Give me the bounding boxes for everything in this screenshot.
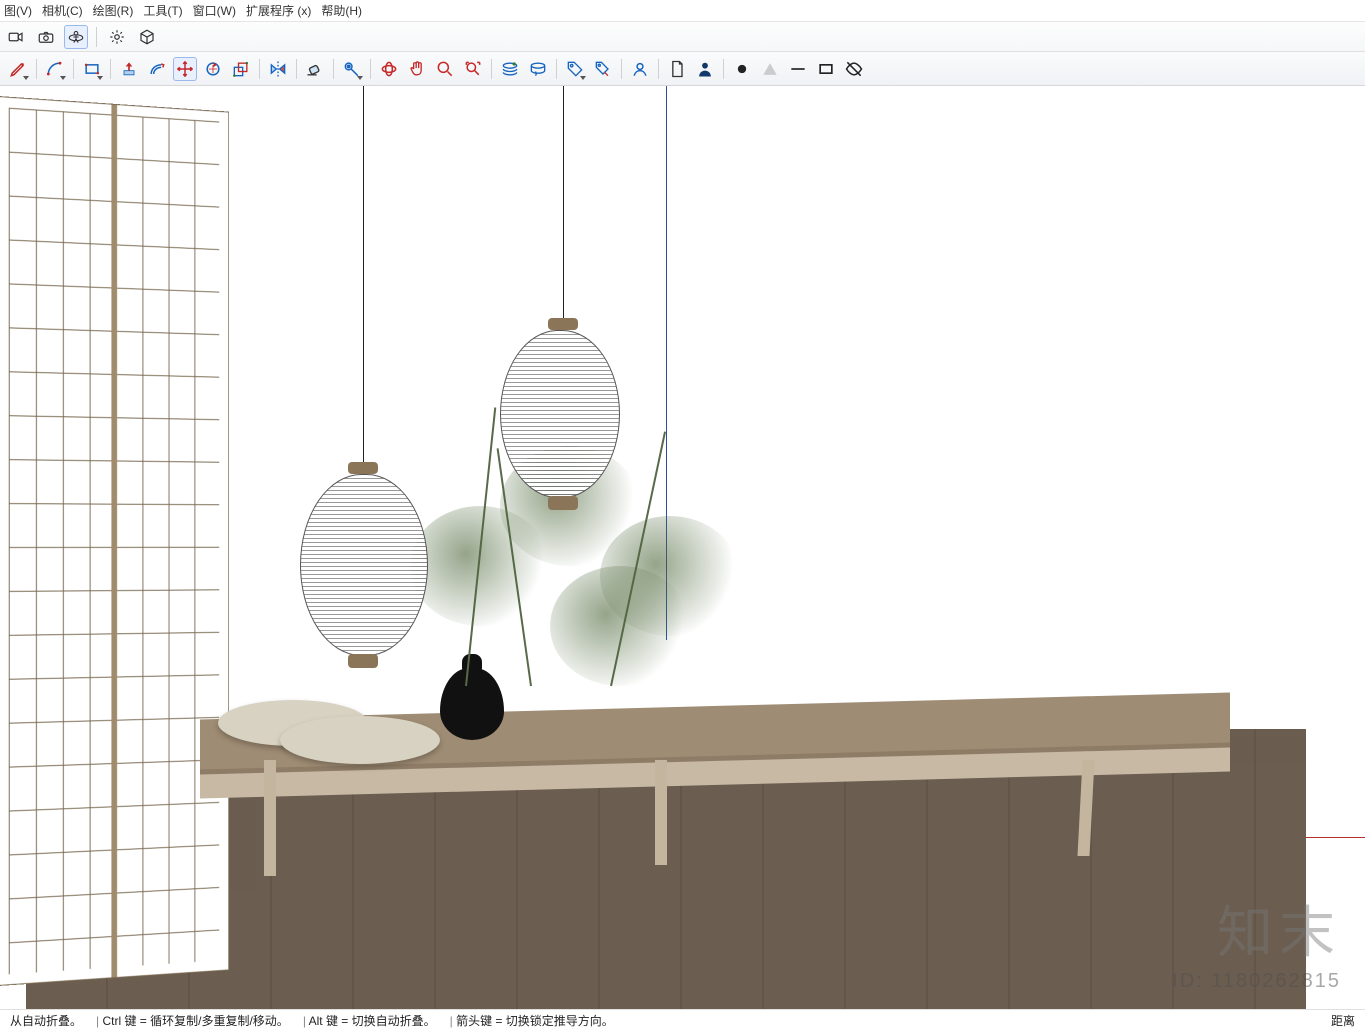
- hint-alt: Alt 键 = 切换自动折叠。: [303, 1012, 436, 1029]
- separator: [370, 59, 371, 79]
- hint-autofold: 从自动折叠。: [10, 1012, 82, 1029]
- profile-icon[interactable]: [628, 57, 652, 81]
- toolbar-view: [0, 22, 1365, 52]
- tape-measure-icon[interactable]: [340, 57, 364, 81]
- separator: [621, 59, 622, 79]
- menu-window[interactable]: 窗口(W): [193, 2, 236, 19]
- eraser-tool-icon[interactable]: [303, 57, 327, 81]
- status-hints: 从自动折叠。 Ctrl 键 = 循环复制/多重复制/移动。 Alt 键 = 切换…: [10, 1012, 614, 1029]
- rectangle-tool-icon[interactable]: [80, 57, 104, 81]
- menu-help[interactable]: 帮助(H): [321, 2, 362, 19]
- page-icon[interactable]: [665, 57, 689, 81]
- watermark-brand: 知末: [1217, 888, 1341, 969]
- camera-icon[interactable]: [34, 25, 58, 49]
- separator: [296, 59, 297, 79]
- status-right: 距离: [1331, 1012, 1355, 1029]
- pan-tool-icon[interactable]: [405, 57, 429, 81]
- hidden-geometry-icon[interactable]: [842, 57, 866, 81]
- lantern: [300, 474, 426, 656]
- menu-extensions[interactable]: 扩展程序 (x): [246, 2, 311, 19]
- separator: [556, 59, 557, 79]
- gear-icon[interactable]: [105, 25, 129, 49]
- orbit-tool-icon[interactable]: [377, 57, 401, 81]
- move-tool-icon[interactable]: [173, 57, 197, 81]
- cushion: [280, 716, 440, 764]
- menu-draw[interactable]: 绘图(R): [93, 2, 134, 19]
- layers-icon[interactable]: [498, 57, 522, 81]
- zoom-extents-icon[interactable]: [461, 57, 485, 81]
- status-bar: 从自动折叠。 Ctrl 键 = 循环复制/多重复制/移动。 Alt 键 = 切换…: [0, 1009, 1365, 1031]
- flip-along-icon[interactable]: [266, 57, 290, 81]
- model-viewport[interactable]: 知末 ID: 1180262815: [0, 86, 1365, 1009]
- materials-icon[interactable]: [526, 57, 550, 81]
- separator: [36, 59, 37, 79]
- orbit-person-icon[interactable]: [64, 25, 88, 49]
- menu-tools[interactable]: 工具(T): [143, 2, 182, 19]
- hint-arrow: 箭头键 = 切换锁定推导方向。: [450, 1012, 614, 1029]
- person-solid-icon[interactable]: [693, 57, 717, 81]
- watermark-id: ID: 1180262815: [1172, 970, 1341, 993]
- style-rect-icon[interactable]: [814, 57, 838, 81]
- style-triangle-icon[interactable]: [758, 57, 782, 81]
- style-circle-icon[interactable]: [730, 57, 754, 81]
- menu-bar: 图(V) 相机(C) 绘图(R) 工具(T) 窗口(W) 扩展程序 (x) 帮助…: [0, 0, 1365, 22]
- tag-tool-icon[interactable]: [563, 57, 587, 81]
- offset-icon[interactable]: [145, 57, 169, 81]
- push-pull-icon[interactable]: [117, 57, 141, 81]
- video-icon[interactable]: [4, 25, 28, 49]
- separator: [723, 59, 724, 79]
- lantern: [500, 330, 626, 498]
- tag-visibility-icon[interactable]: [591, 57, 615, 81]
- separator: [110, 59, 111, 79]
- menu-camera[interactable]: 相机(C): [42, 2, 83, 19]
- menu-view[interactable]: 图(V): [4, 2, 32, 19]
- arc-tool-icon[interactable]: [43, 57, 67, 81]
- shoji-screen: [0, 96, 229, 986]
- separator: [491, 59, 492, 79]
- zoom-tool-icon[interactable]: [433, 57, 457, 81]
- separator: [658, 59, 659, 79]
- separator: [333, 59, 334, 79]
- separator: [73, 59, 74, 79]
- separator: [96, 27, 97, 47]
- rotate-tool-icon[interactable]: [201, 57, 225, 81]
- separator: [259, 59, 260, 79]
- hint-ctrl: Ctrl 键 = 循环复制/多重复制/移动。: [96, 1012, 289, 1029]
- pencil-tool-icon[interactable]: [6, 57, 30, 81]
- style-line-icon[interactable]: [786, 57, 810, 81]
- toolbar-main: [0, 52, 1365, 86]
- scale-tool-icon[interactable]: [229, 57, 253, 81]
- cube-icon[interactable]: [135, 25, 159, 49]
